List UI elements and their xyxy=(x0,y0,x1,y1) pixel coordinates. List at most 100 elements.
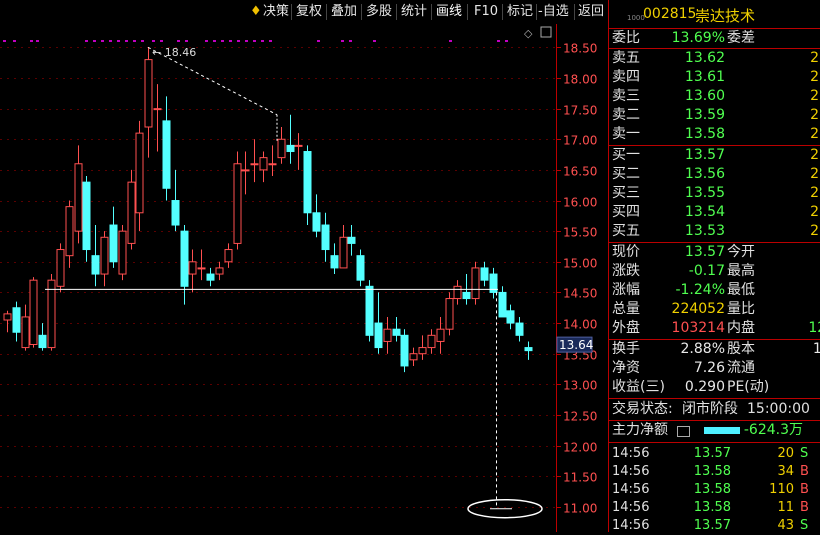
candle-body xyxy=(294,144,303,147)
candle-body xyxy=(409,353,418,361)
candle-body xyxy=(303,151,312,214)
candle-body xyxy=(224,249,233,263)
trade-time: 14:56 xyxy=(612,518,650,533)
signal-dot xyxy=(177,40,180,42)
buy-level-row: 买三 13.55 2 xyxy=(609,184,820,203)
level-volume: 2 xyxy=(810,88,819,104)
candle-body xyxy=(91,255,100,275)
toolbar-draw-line-button[interactable]: 画线 xyxy=(436,3,462,21)
level-volume: 2 xyxy=(810,50,819,66)
stat-value: 103214 xyxy=(671,320,725,336)
toolbar-stats-button[interactable]: 统计 xyxy=(401,3,427,21)
candle-body xyxy=(356,255,365,281)
candle-body xyxy=(427,334,436,349)
signal-dot xyxy=(205,40,208,42)
trade-status-time: 15:00:00 xyxy=(747,401,810,417)
trade-volume: 43 xyxy=(777,518,794,533)
stat-label: 总量 xyxy=(612,301,640,317)
y-tick-label: 13.00 xyxy=(563,379,597,393)
tick-trade-row: 14:56 13.58 34 B xyxy=(609,463,820,481)
candle-body xyxy=(56,249,65,287)
stat-label-2: 量比 xyxy=(727,301,755,317)
signal-dot xyxy=(3,40,6,42)
candle-body xyxy=(21,316,30,349)
trade-price: 13.58 xyxy=(693,500,731,515)
level-volume: 2 xyxy=(810,166,819,182)
weicha-value: 4 xyxy=(784,29,820,48)
candlestick-chart[interactable]: 18.50 18.00 17.50 17.00 16.50 16.00 15.50 15.00… xyxy=(0,0,610,532)
candle-body xyxy=(339,236,348,269)
level-price: 13.56 xyxy=(684,166,725,182)
diamond-icon[interactable]: ◇ xyxy=(524,27,533,40)
level-label: 卖一 xyxy=(612,126,640,142)
candle-body xyxy=(171,200,180,226)
signal-dot xyxy=(93,40,96,42)
trade-volume: 20 xyxy=(777,446,794,461)
candle-body xyxy=(197,267,206,270)
candle-body xyxy=(82,181,91,251)
candle-body xyxy=(233,163,242,244)
y-tick-label: 15.00 xyxy=(563,257,597,271)
candle-body xyxy=(400,334,409,367)
stat-value-2: 12.3 xyxy=(812,341,820,357)
trade-price: 13.57 xyxy=(693,446,731,461)
toolbar-decision-button[interactable]: 决策 xyxy=(263,3,289,21)
stat-label: 外盘 xyxy=(612,320,640,336)
toolbar-mark-button[interactable]: 标记 xyxy=(507,3,533,21)
level-label: 买二 xyxy=(612,166,640,182)
stat-value-2: 13 xyxy=(784,243,820,262)
candle-body xyxy=(498,291,507,318)
stat-label-2: 今开 xyxy=(727,244,755,260)
signal-dot xyxy=(160,40,163,42)
stat-label-2: 内盘 xyxy=(727,320,755,336)
stock-code: 002815 xyxy=(643,6,697,22)
signal-dot xyxy=(349,40,352,42)
candle-body xyxy=(462,291,471,300)
toolbar-watchlist-button[interactable]: -自选 xyxy=(538,3,569,21)
list-icon[interactable] xyxy=(677,426,690,437)
signal-dot xyxy=(141,40,144,42)
stock-name: 崇达技术 xyxy=(695,7,756,25)
signal-dot xyxy=(449,40,452,42)
candle-body xyxy=(506,310,515,324)
stat-value: 224052 xyxy=(671,301,725,317)
level-volume: 2 xyxy=(810,204,819,220)
level-price: 13.57 xyxy=(684,147,725,163)
tick-trade-row: 14:56 13.58 11 B xyxy=(609,499,820,517)
candle-body xyxy=(436,328,445,342)
candle-body xyxy=(250,163,259,166)
signal-dot xyxy=(505,40,508,42)
stat-row: 涨跌 -0.17最高 13 xyxy=(609,262,820,281)
main-net-row: 主力净额 -624.3万 xyxy=(609,421,820,440)
stat2-row: 换手 2.88%股本 12.3 xyxy=(609,340,820,359)
signal-dot xyxy=(261,40,264,42)
level-volume: 2 xyxy=(810,147,819,163)
window-toggle-icon[interactable] xyxy=(540,26,552,38)
stat-value-2: 13 xyxy=(784,281,820,300)
candle-body xyxy=(330,255,339,269)
toolbar-multi-stock-button[interactable]: 多股 xyxy=(366,3,392,21)
y-tick-label: 11.50 xyxy=(563,471,597,485)
toolbar-overlay-button[interactable]: 叠加 xyxy=(331,3,357,21)
toolbar-back-button[interactable]: 返回 xyxy=(578,3,604,21)
stat2-row: 收益(三)0.290PE(动)3 xyxy=(609,378,820,397)
level-label: 买一 xyxy=(612,147,640,163)
level-price: 13.60 xyxy=(684,88,725,104)
signal-dot xyxy=(229,40,232,42)
candle-body xyxy=(321,224,330,251)
trade-price: 13.58 xyxy=(693,464,731,479)
signal-dot xyxy=(341,40,344,42)
trade-side: B xyxy=(800,482,809,497)
level-price: 13.58 xyxy=(684,126,725,142)
candle-body xyxy=(418,347,427,355)
y-tick-label: 12.50 xyxy=(563,410,597,424)
toolbar-f10-button[interactable]: F10 xyxy=(474,3,498,21)
trade-time: 14:56 xyxy=(612,446,650,461)
candle-body xyxy=(47,279,56,349)
level-label: 卖三 xyxy=(612,88,640,104)
level-price: 13.55 xyxy=(684,185,725,201)
tick-trade-row: 14:56 13.57 43 S xyxy=(609,517,820,535)
toolbar-fuquan-button[interactable]: 复权 xyxy=(296,3,322,21)
level-volume: 2 xyxy=(810,69,819,85)
candle-body xyxy=(480,267,489,281)
